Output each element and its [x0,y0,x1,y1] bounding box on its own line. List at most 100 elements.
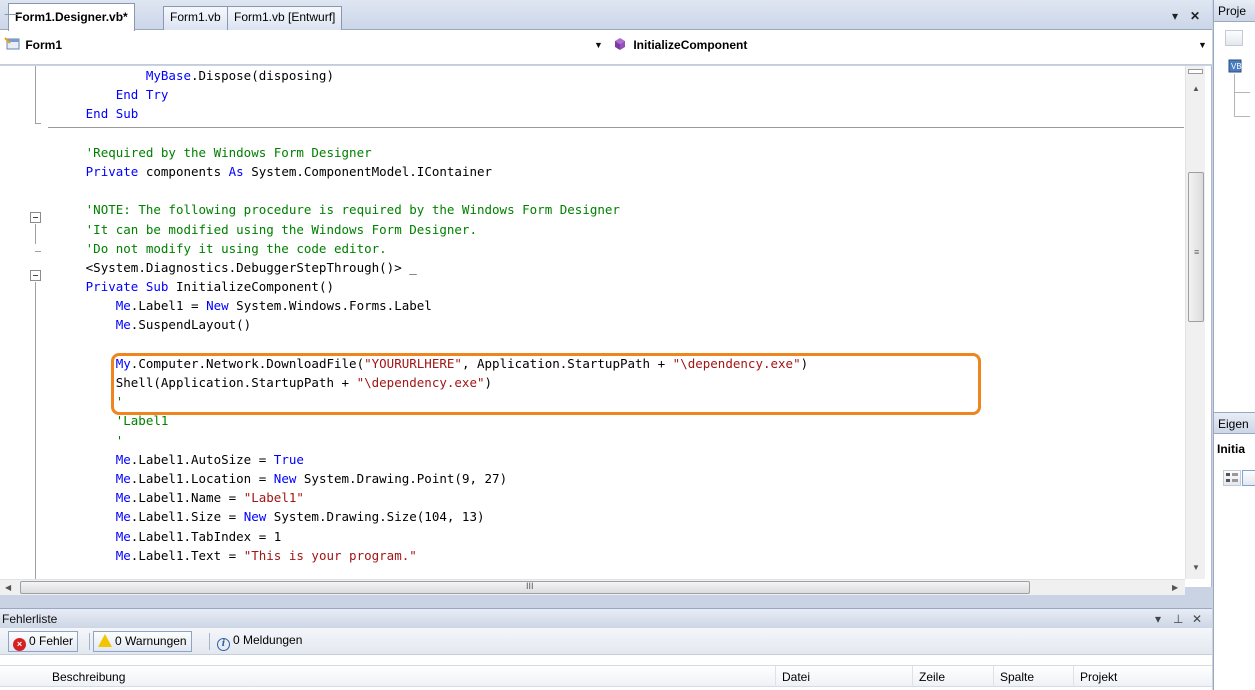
error-list-title: Fehlerliste [2,612,58,626]
code-token: 'Required by the Windows Form Designer [85,144,372,160]
code-token: .Label1.AutoSize = [130,451,274,467]
panel-pin-button[interactable]: ⊥ [1173,612,1183,626]
code-token: System.Windows.Forms.Label [228,298,432,314]
errors-filter-button[interactable]: × 0 Fehler [8,631,79,652]
code-line[interactable]: Me.Label1.TabIndex = 1 [48,527,1184,546]
code-token: As [228,163,244,179]
alphabetical-button[interactable] [1242,470,1255,486]
tab-list-dropdown-button[interactable]: ▾ [1172,9,1178,23]
code-token: Me [115,317,131,333]
code-token: 'Label1 [115,413,169,429]
class-combo-label: Form1 [25,38,63,52]
show-all-files-button[interactable] [1225,30,1243,46]
collapse-icon[interactable] [30,270,41,281]
code-token: System.Drawing.Size(104, 13) [266,509,485,525]
column-file[interactable]: Datei [782,670,810,684]
column-project[interactable]: Projekt [1080,670,1117,684]
code-line[interactable]: Me.Label1.Name = "Label1" [48,488,1184,507]
code-line[interactable]: Private components As System.ComponentMo… [48,162,1184,181]
code-token: 'It can be modified using the Windows Fo… [85,221,477,237]
panel-dropdown-button[interactable]: ▾ [1155,612,1161,626]
code-line[interactable]: Me.Label1.Size = New System.Drawing.Size… [48,507,1184,526]
panel-close-button[interactable]: ✕ [1192,612,1202,626]
code-line[interactable]: Private Sub InitializeComponent() [48,277,1184,296]
code-token: End Try [115,87,169,103]
scroll-up-icon[interactable]: ▲ [1192,84,1200,93]
code-editor[interactable]: MyBase.Dispose(disposing) End Try End Su… [0,66,1212,595]
warning-icon [98,634,112,647]
column-column[interactable]: Spalte [1000,670,1034,684]
code-token: MyBase [145,68,191,83]
procedure-separator [48,127,1184,128]
code-line[interactable]: 'NOTE: The following procedure is requir… [48,200,1184,219]
code-token: 'Do not modify it using the code editor. [85,240,387,256]
code-line[interactable]: 'Do not modify it using the code editor. [48,239,1184,258]
editor-tab-strip: Form1.Designer.vb* Form1.vb Form1.vb [En… [0,0,1212,31]
code-token: "This is your program." [243,547,417,563]
code-token: Me [115,509,131,525]
tab-close-button[interactable]: ✕ [1190,9,1200,23]
code-line[interactable]: Me.Label1.Location = New System.Drawing.… [48,469,1184,488]
tab-form1-design[interactable]: Form1.vb [Entwurf] [227,6,343,30]
code-text[interactable]: MyBase.Dispose(disposing) End Try End Su… [48,66,1184,579]
code-token: .Label1.Text = [130,547,244,563]
solution-explorer-title: Proje [1214,0,1255,22]
collapse-icon[interactable] [30,212,41,223]
code-line[interactable]: ' [48,431,1184,450]
code-line[interactable]: <System.Diagnostics.DebuggerStepThrough(… [48,258,1184,277]
method-combo-label: InitializeComponent [633,38,748,52]
errors-filter-label: 0 Fehler [29,634,74,648]
code-line[interactable]: Me.SuspendLayout() [48,315,1184,334]
code-token: .Label1.Location = [130,470,274,486]
code-line[interactable] [48,335,1184,354]
code-token: True [273,451,304,467]
messages-filter-button[interactable]: i0 Meldungen [213,631,306,652]
tab-form1-designer[interactable]: Form1.Designer.vb* [8,3,135,31]
method-combo[interactable]: InitializeComponent ▼ [612,37,1210,57]
code-token: Private Sub [85,279,169,295]
code-line[interactable]: Me.Label1.AutoSize = True [48,450,1184,469]
vertical-scroll-thumb[interactable]: ≡ [1188,172,1204,322]
method-combo-arrow-icon[interactable]: ▼ [1198,40,1207,50]
code-line[interactable]: Me.Label1 = New System.Windows.Forms.Lab… [48,296,1184,315]
code-token: 'NOTE: The following procedure is requir… [85,202,620,218]
column-description[interactable]: Beschreibung [52,670,125,684]
error-list-header: Beschreibung Datei Zeile Spalte Projekt [0,665,1212,687]
code-token: Me [115,298,131,314]
code-token: .Dispose(disposing) [191,68,334,83]
code-line[interactable]: MyBase.Dispose(disposing) [48,66,1184,85]
scroll-down-icon[interactable]: ▼ [1192,563,1200,572]
code-line[interactable]: Me.Label1.Text = "This is your program." [48,546,1184,565]
warnings-filter-label: 0 Warnungen [115,634,187,648]
error-list-panel: Fehlerliste ▾ ⊥ ✕ × 0 Fehler 0 Warnungen … [0,608,1212,690]
code-token: Private [85,163,139,179]
code-token: .SuspendLayout() [130,317,252,333]
categorized-button[interactable] [1223,470,1241,486]
outline-gutter [0,66,48,582]
grip-icon: ≡ [1194,247,1200,257]
splitter-handle[interactable] [1188,69,1203,74]
code-token: <System.Diagnostics.DebuggerStepThrough(… [85,259,417,275]
scroll-right-icon[interactable]: ▶ [1172,583,1178,592]
code-line[interactable]: End Sub [48,104,1184,123]
error-list-title-bar: Fehlerliste ▾ ⊥ ✕ [0,608,1212,628]
code-token: System.ComponentModel.IContainer [243,163,493,179]
code-line[interactable] [48,181,1184,200]
code-token: Me [115,547,131,563]
horizontal-scrollbar[interactable]: ◀ III ▶ [0,579,1185,595]
code-line[interactable]: End Try [48,85,1184,104]
class-combo-arrow-icon[interactable]: ▼ [594,40,603,50]
properties-title: Eigen [1214,412,1255,434]
scroll-left-icon[interactable]: ◀ [5,583,11,592]
class-combo[interactable]: Form1 ▼ [0,37,608,57]
code-line[interactable]: 'It can be modified using the Windows Fo… [48,220,1184,239]
vertical-scrollbar[interactable]: ▲ ≡ ▼ [1185,66,1205,579]
properties-icon [1226,473,1238,482]
horizontal-scroll-thumb[interactable]: III [20,581,1030,594]
code-line[interactable]: 'Required by the Windows Form Designer [48,143,1184,162]
side-panels: Proje VB Eigen Initia [1213,0,1255,690]
warnings-filter-button[interactable]: 0 Warnungen [93,631,192,652]
code-token: New [206,298,229,314]
column-line[interactable]: Zeile [919,670,945,684]
tab-form1-code[interactable]: Form1.vb [163,6,228,30]
